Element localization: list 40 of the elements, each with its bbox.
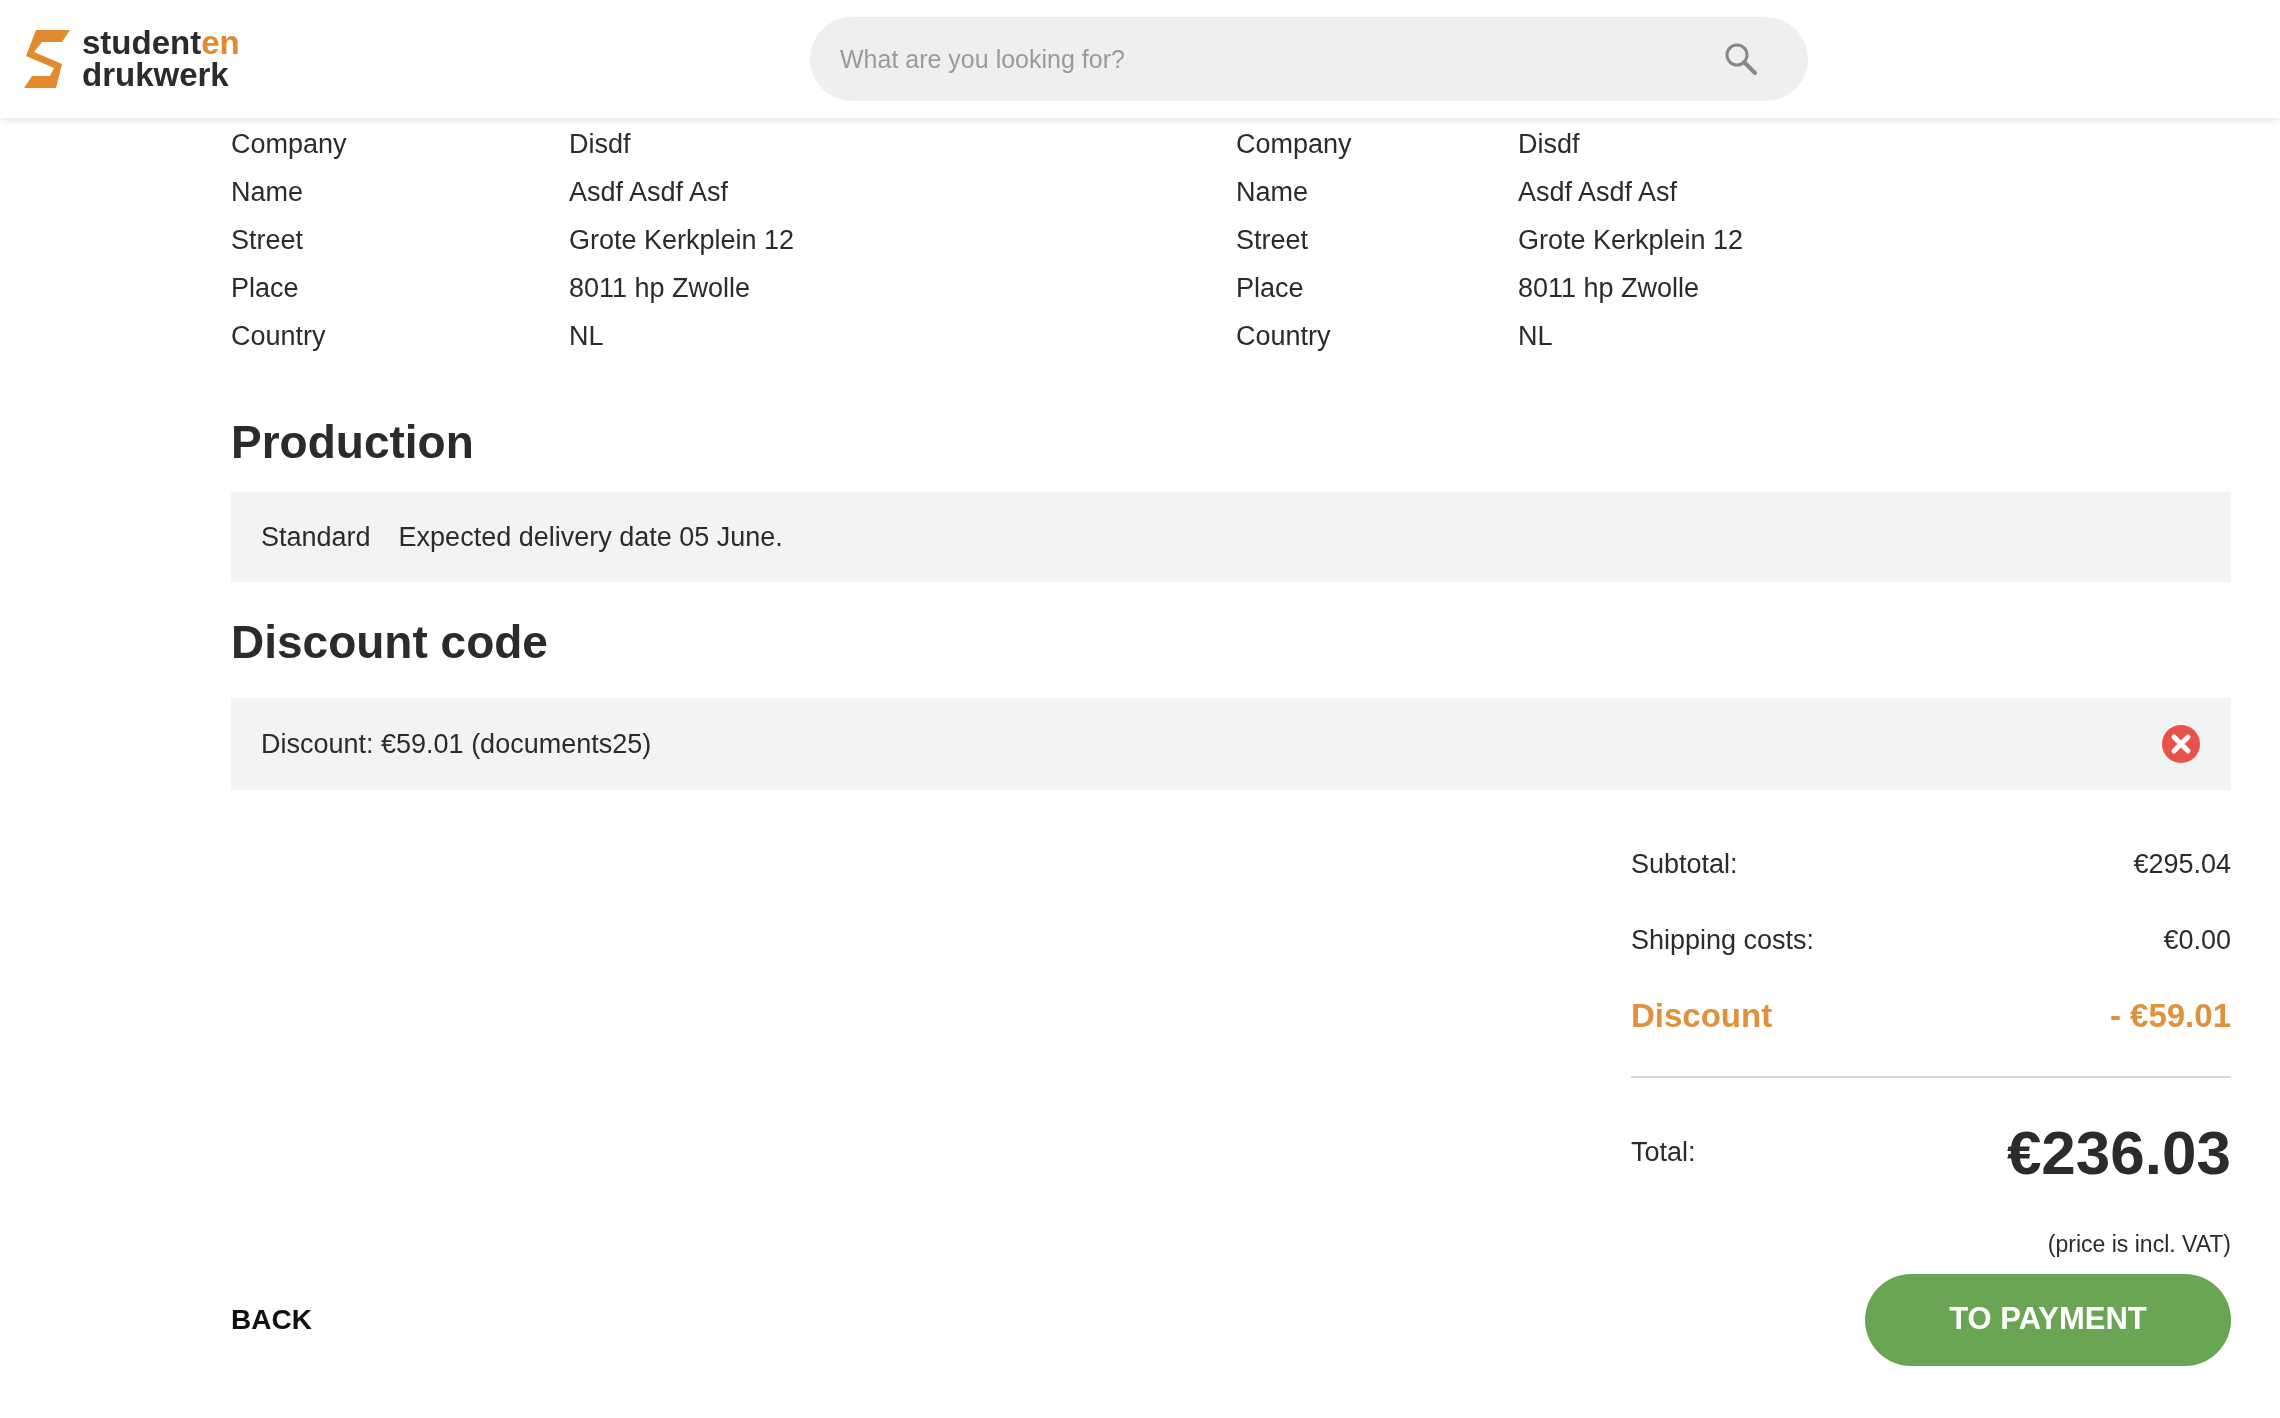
search-icon[interactable] <box>1724 42 1758 76</box>
total-amount: €236.03 <box>2006 1117 2231 1189</box>
back-link[interactable]: BACK <box>231 1298 312 1341</box>
vat-note: (price is incl. VAT) <box>2047 1230 2231 1259</box>
logo-text[interactable]: drukwerk <box>82 59 240 91</box>
summary-label: Discount <box>1631 996 1773 1037</box>
discount-text: Discount: €59.01 (documents25) <box>261 727 652 761</box>
field-label: Street <box>1236 224 1310 257</box>
section-heading: Discount code <box>231 615 549 670</box>
summary-amount: €0.00 <box>2163 923 2231 957</box>
logo-text[interactable]: studenten <box>82 27 240 59</box>
field-label: Company <box>1236 128 1353 161</box>
summary-label: Subtotal: <box>1631 847 1738 881</box>
field-label: Company <box>231 128 348 161</box>
field-value: Disdf <box>1518 128 1581 161</box>
field-label: Country <box>1236 320 1332 353</box>
delivery-text: Expected delivery date 05 June. <box>398 520 783 554</box>
field-label: Name <box>1236 176 1310 209</box>
production-option: Standard <box>261 516 371 558</box>
field-label: Country <box>231 320 327 353</box>
summary-amount: €295.04 <box>2133 847 2231 881</box>
field-value: 8011 hp Zwolle <box>1518 272 1701 305</box>
field-value: NL <box>1518 320 1554 353</box>
total-label: Total: <box>1631 1136 1696 1170</box>
summary-label: Shipping costs: <box>1631 923 1815 957</box>
field-value: Asdf Asdf Asf <box>569 176 730 209</box>
field-value: Asdf Asdf Asf <box>1518 176 1679 209</box>
field-value: Grote Kerkplein 12 <box>1518 224 1745 257</box>
close-icon[interactable] <box>2161 724 2201 764</box>
summary-amount: - €59.01 <box>2109 996 2231 1037</box>
field-value: Disdf <box>569 128 632 161</box>
field-label: Place <box>231 272 300 305</box>
section-heading: Production <box>231 415 475 470</box>
field-label: Street <box>231 224 305 257</box>
search-field[interactable]: What are you looking for? <box>810 17 1808 101</box>
field-label: Name <box>231 176 305 209</box>
field-value: Grote Kerkplein 12 <box>569 224 796 257</box>
field-label: Place <box>1236 272 1305 305</box>
field-value: 8011 hp Zwolle <box>569 272 752 305</box>
field-value: NL <box>569 320 605 353</box>
